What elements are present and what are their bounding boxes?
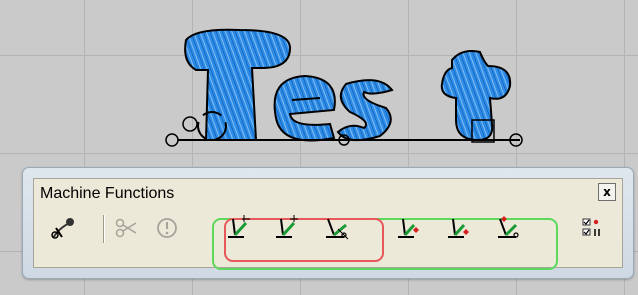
panel-titlebar[interactable]: Machine Functions x [34,179,622,207]
letter-e-1[interactable] [273,74,336,142]
close-button[interactable]: x [598,183,616,201]
needle-red-2-button[interactable] [444,213,474,243]
needle-red-1-button[interactable] [394,213,424,243]
toolbar-separator [103,215,105,243]
letter-t-2[interactable] [440,50,512,142]
thread-color-button[interactable] [48,213,78,243]
needle-trim-red-icon [498,216,519,238]
panel-title: Machine Functions [40,185,175,202]
needle-stitch-red-icon [448,218,469,238]
needle-2-button[interactable] [272,213,302,243]
needle-stitch-red-icon [398,218,419,238]
needle-stitch-icon [228,215,250,238]
stop-button[interactable] [152,213,182,243]
embroidery-design[interactable] [0,0,638,165]
needle-1-button[interactable] [224,213,254,243]
needle-trim-icon [326,218,349,240]
letter-t[interactable] [184,28,292,141]
needle-red-trim-button[interactable] [494,213,524,243]
scissors-icon [115,218,137,238]
needle-trim-button[interactable] [322,213,352,243]
needle-thread-icon [51,218,74,239]
stop-info-icon [157,218,177,238]
checklist-icon [582,218,600,236]
checklist-button[interactable] [578,213,608,243]
letter-s[interactable] [336,79,394,142]
cut-button[interactable] [112,213,142,243]
needle-stitch-icon [276,215,298,238]
close-icon[interactable]: x [603,185,611,199]
